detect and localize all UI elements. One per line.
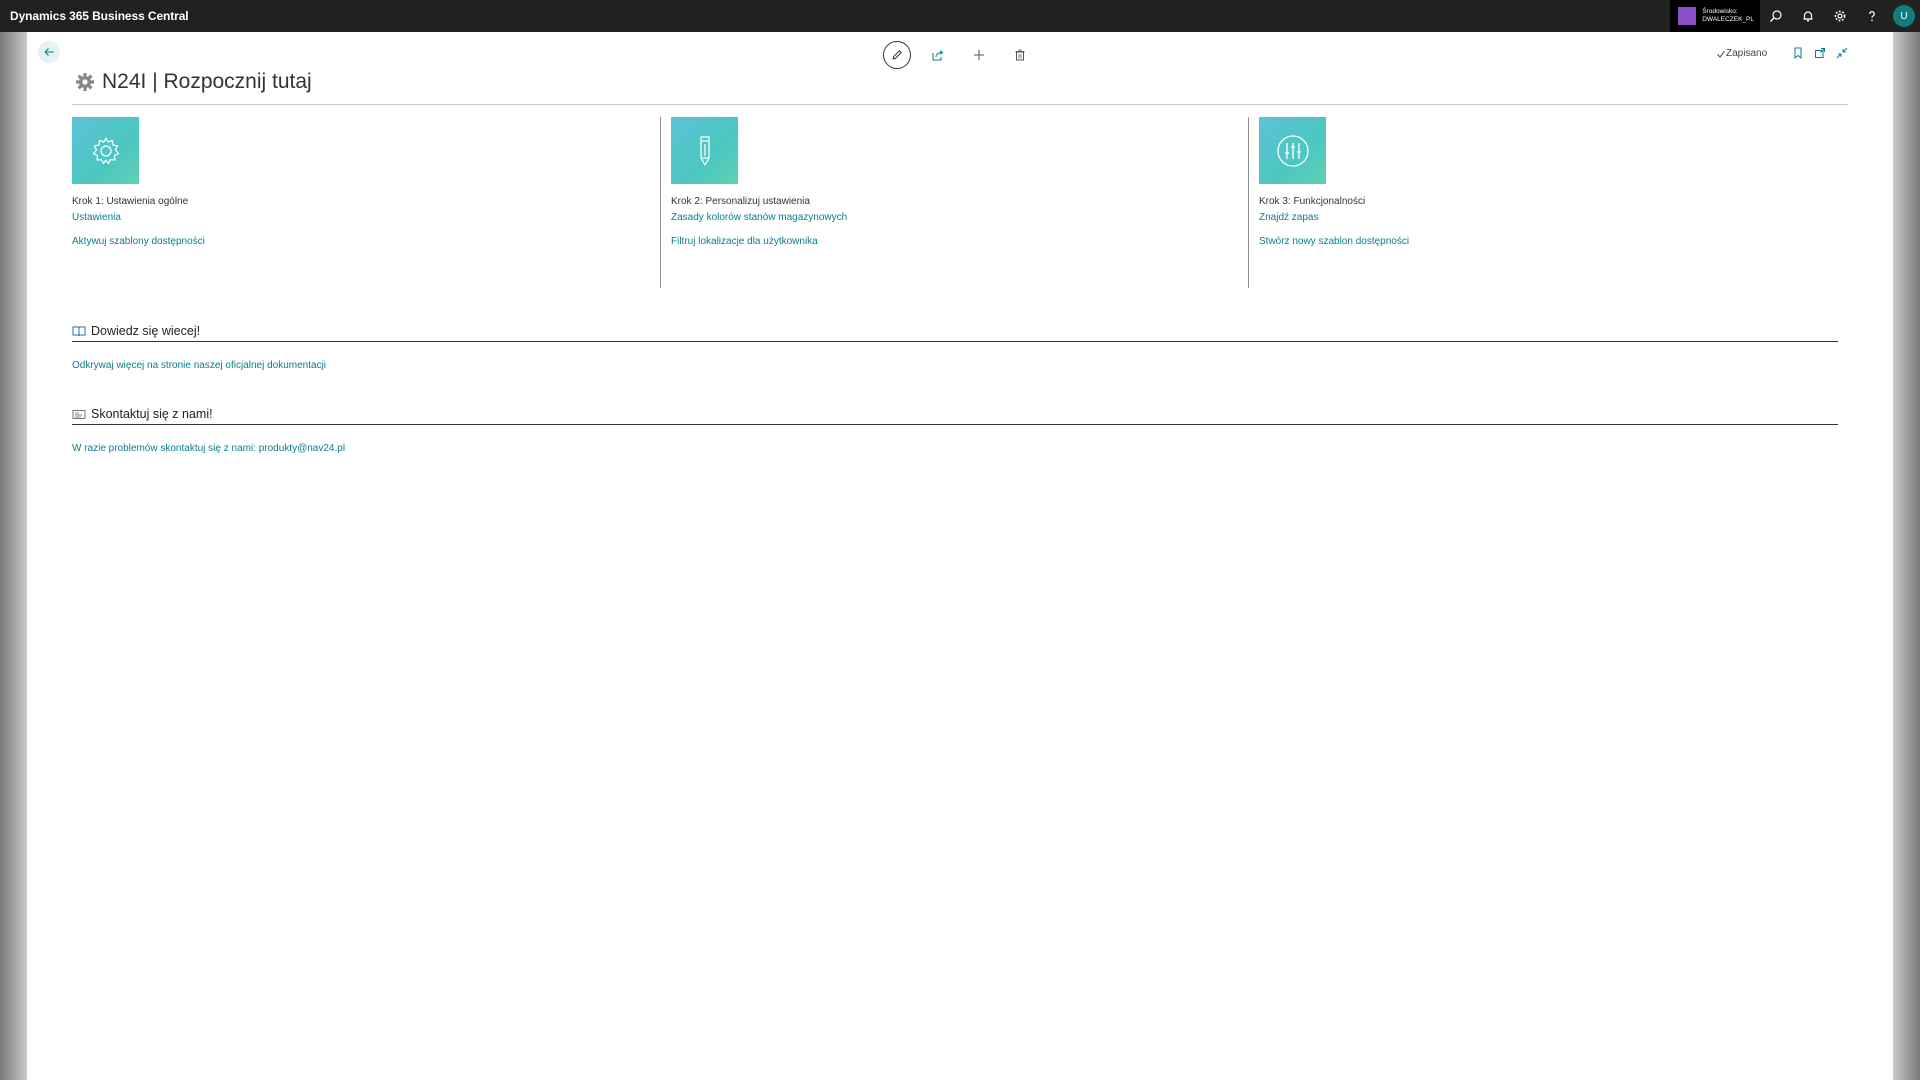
arrow-left-icon <box>44 48 54 56</box>
page-card: Zapisano N24I | Rozpocznij tutaj Krok 1:… <box>27 32 1893 1080</box>
page-title: N24I | Rozpocznij tutaj <box>102 70 312 93</box>
learn-more-header: Dowiedz się wiecej! <box>72 324 1838 342</box>
environment-badge[interactable]: Środowisko: DWALECZEK_PL <box>1670 0 1760 32</box>
environment-name: DWALECZEK_PL <box>1702 16 1754 23</box>
edit-button[interactable] <box>883 41 911 69</box>
app-bar: Dynamics 365 Business Central Środowisko… <box>0 0 1920 32</box>
gear-icon <box>76 73 94 91</box>
backdrop-right <box>1893 32 1920 1080</box>
learn-more-heading: Dowiedz się wiecej! <box>91 324 201 338</box>
checkmark-icon <box>1717 50 1725 58</box>
step-3-link-2[interactable]: Stwórz nowy szablon dostępności <box>1259 236 1848 247</box>
delete-button[interactable] <box>1006 41 1034 69</box>
new-button[interactable] <box>965 41 993 69</box>
header-divider <box>72 104 1848 105</box>
documentation-link[interactable]: Odkrywaj więcej na stronie naszej oficja… <box>72 360 326 371</box>
collapse-icon[interactable] <box>1831 45 1853 61</box>
app-title[interactable]: Dynamics 365 Business Central <box>0 9 189 23</box>
open-new-window-icon[interactable] <box>1809 45 1831 61</box>
pencil-icon <box>699 135 710 166</box>
step-1-link-1[interactable]: Ustawienia <box>72 212 660 223</box>
step-2-link-2[interactable]: Filtruj lokalizacje dla użytkownika <box>671 236 1248 247</box>
step-1-title: Krok 1: Ustawienia ogólne <box>72 196 189 207</box>
edit-icon <box>892 49 903 60</box>
contact-email-link[interactable]: W razie problemów skontaktuj się z nami:… <box>72 443 345 454</box>
share-icon <box>932 50 944 61</box>
avatar[interactable]: U <box>1893 5 1915 27</box>
step-3-title: Krok 3: Funkcjonalności <box>1259 196 1366 207</box>
trash-icon <box>1015 49 1025 61</box>
steps-group: Krok 1: Ustawienia ogólne Ustawienia Akt… <box>72 117 1848 288</box>
page-actions-right <box>1787 45 1853 61</box>
backdrop-left <box>0 32 27 1080</box>
plus-icon <box>974 50 984 60</box>
saved-label: Zapisano <box>1726 48 1768 59</box>
saved-status: Zapisano <box>1716 48 1767 59</box>
back-button[interactable] <box>38 41 60 63</box>
step-card-3: Krok 3: Funkcjonalności Znajdź zapas Stw… <box>1248 117 1848 288</box>
step-1-link-2[interactable]: Aktywuj szablony dostępności <box>72 236 660 247</box>
step-3-link-1[interactable]: Znajdź zapas <box>1259 212 1848 223</box>
bell-icon[interactable] <box>1792 0 1824 32</box>
contact-header: Skontaktuj się z nami! <box>72 407 1838 425</box>
gear-icon[interactable] <box>1824 0 1856 32</box>
bookmark-icon[interactable] <box>1787 45 1809 61</box>
page-toolbar <box>883 41 1047 69</box>
step-1-tile[interactable] <box>72 117 139 184</box>
step-2-tile[interactable] <box>671 117 738 184</box>
step-card-1: Krok 1: Ustawienia ogólne Ustawienia Akt… <box>72 117 660 288</box>
app-bar-right: Środowisko: DWALECZEK_PL U <box>1670 0 1920 32</box>
help-icon[interactable] <box>1856 0 1888 32</box>
environment-swatch <box>1678 7 1697 25</box>
environment-label: Środowisko: <box>1702 8 1738 15</box>
step-3-tile[interactable] <box>1259 117 1326 184</box>
step-card-2: Krok 2: Personalizuj ustawienia Zasady k… <box>660 117 1248 288</box>
search-icon[interactable] <box>1760 0 1792 32</box>
step-2-title: Krok 2: Personalizuj ustawienia <box>671 196 810 207</box>
share-button[interactable] <box>924 41 952 69</box>
step-2-link-1[interactable]: Zasady kolorów stanów magazynowych <box>671 212 1248 223</box>
contact-heading: Skontaktuj się z nami! <box>91 407 213 421</box>
gear-icon <box>92 136 119 164</box>
page-header: N24I | Rozpocznij tutaj <box>75 70 312 94</box>
contact-card-icon <box>72 410 86 419</box>
book-icon <box>72 326 86 337</box>
sliders-icon <box>1276 134 1309 167</box>
